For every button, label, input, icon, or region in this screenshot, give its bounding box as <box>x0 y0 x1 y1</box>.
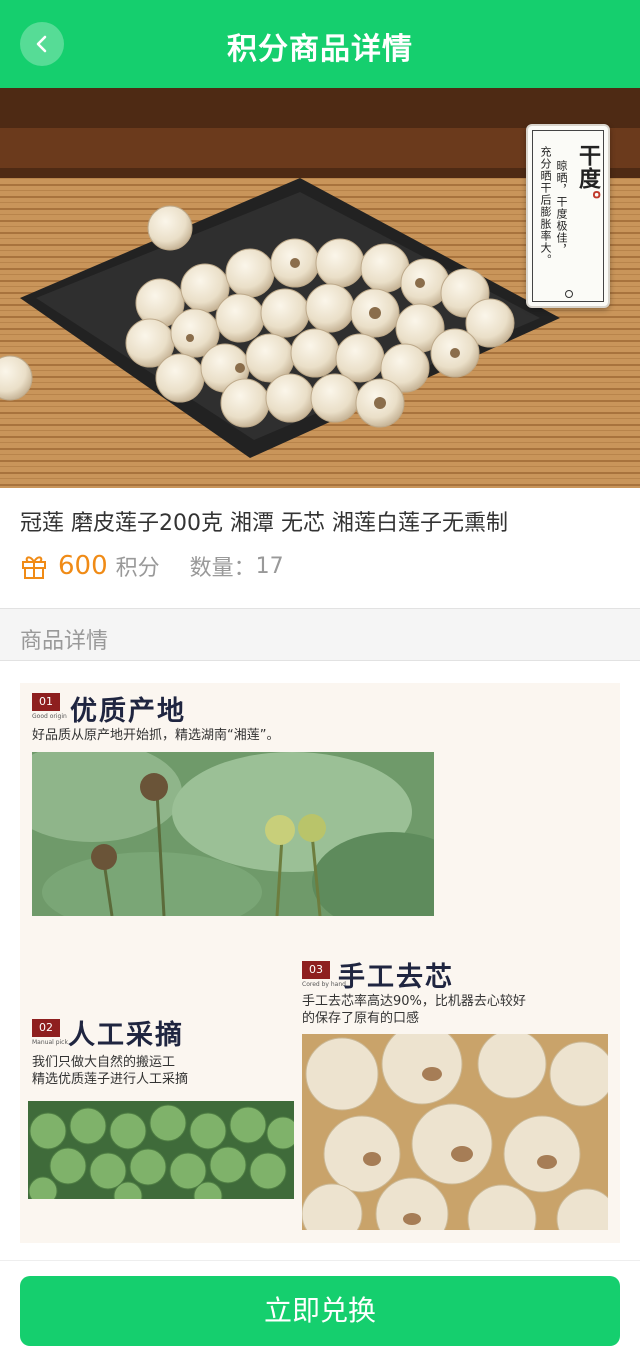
quantity-label: 数量： <box>189 556 256 581</box>
redeem-button[interactable]: 立即兑换 <box>20 1276 620 1346</box>
block-02-heading: 人工采摘 <box>68 1020 184 1051</box>
block-02-text-2: 精选优质莲子进行人工采摘 <box>32 1072 189 1087</box>
block-03-heading: 手工去芯 <box>338 962 454 993</box>
hero-label-card: 干度。 晾晒，干度极佳， 充分晒干后膨胀率大。 <box>526 124 610 308</box>
hero-label-ornament <box>565 290 573 298</box>
top-bar: 积分商品详情 <box>0 0 640 88</box>
block-02-text-1: 我们只做大自然的搬运工 <box>32 1055 176 1070</box>
block-03-text-1: 手工去芯率高达90%，比机器去心较好 <box>302 994 526 1009</box>
quantity-value: 17 <box>255 553 284 579</box>
price-row: 600 积分 数量： 17 <box>20 548 284 584</box>
product-name: 冠莲 磨皮莲子200克 湘潭 无芯 湘莲白莲子无熏制 <box>20 511 508 536</box>
block-02-subtitle: Manual pick <box>32 1039 68 1046</box>
points-unit: 积分 <box>115 556 160 581</box>
footer-bar: 立即兑换 <box>0 1260 640 1360</box>
hero-label-line1: 晾晒，干度极佳， <box>555 160 568 256</box>
block-02-number: 02 <box>32 1019 60 1037</box>
hero-label-line2: 充分晒干后膨胀率大。 <box>539 146 552 266</box>
block-01-heading: 优质产地 <box>70 696 186 727</box>
details-section-title: 商品详情 <box>20 629 109 654</box>
product-hero-image: 干度。 晾晒，干度极佳， 充分晒干后膨胀率大。 <box>0 88 640 488</box>
hero-label-title: 干度。 <box>575 144 601 213</box>
lotus-pond-photo <box>32 752 434 916</box>
details-section-header: 商品详情 <box>0 609 640 661</box>
block-01-subtitle: Good origin <box>32 713 67 720</box>
block-01-number: 01 <box>32 693 60 711</box>
page-title: 积分商品详情 <box>227 32 413 67</box>
product-detail-image: 01 Good origin 优质产地 好品质从原产地开始抓，精选湖南“湘莲”。… <box>20 683 620 1243</box>
block-03-number: 03 <box>302 961 330 979</box>
lotus-pods-photo <box>28 1101 294 1199</box>
block-03-text-2: 的保存了原有的口感 <box>302 1011 420 1026</box>
block-01-text: 好品质从原产地开始抓，精选湖南“湘莲”。 <box>32 728 280 743</box>
gift-icon <box>22 556 46 579</box>
points-value: 600 <box>58 551 108 581</box>
lotus-seeds-photo <box>302 1034 608 1230</box>
